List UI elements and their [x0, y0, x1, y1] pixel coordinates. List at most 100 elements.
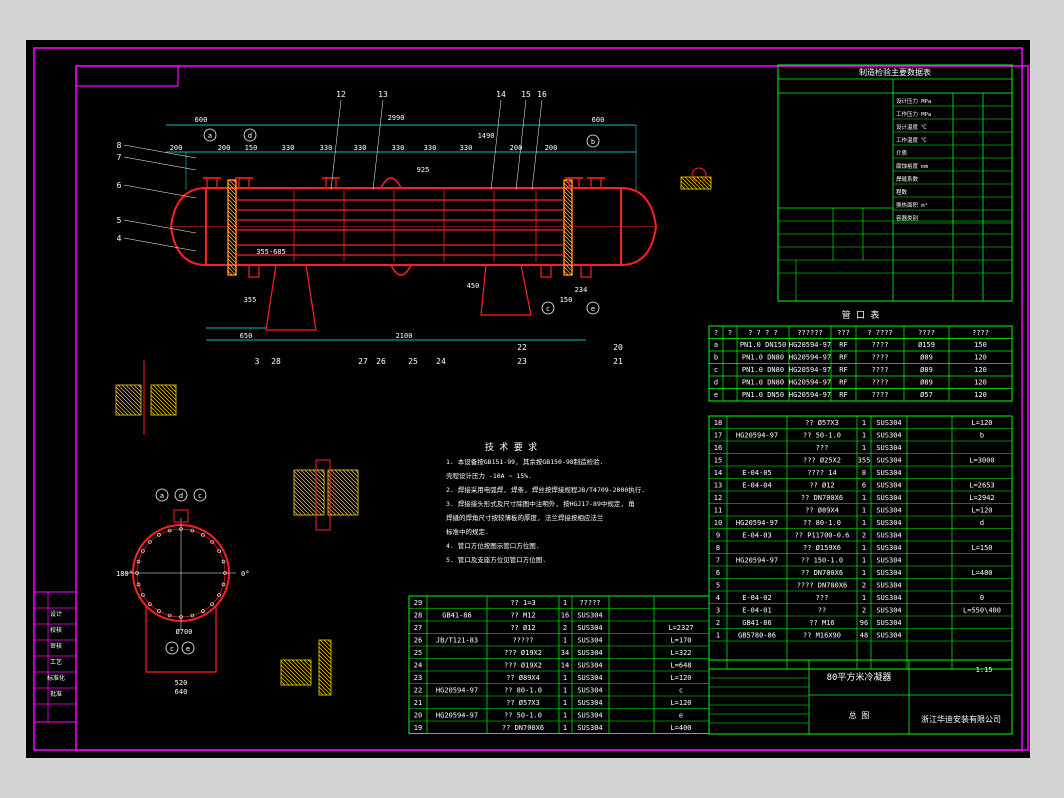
nozzle-table-cell: Ø89	[920, 366, 933, 374]
tech-req-item: 2. 焊接采用电弧焊, 焊条, 焊丝按焊接规程JB/T4709-2000执行.	[446, 485, 645, 494]
hatch-line	[227, 254, 237, 264]
hatch-line	[295, 659, 312, 676]
company-name: 浙江华迪安装有限公司	[921, 714, 1001, 724]
hatch-line	[227, 230, 237, 240]
balloon-top: 12	[336, 90, 346, 99]
parts-right-cell: 1	[862, 444, 866, 452]
hatch-line	[293, 482, 325, 514]
parts-left-cell: HG20594-97	[436, 687, 478, 695]
section-nozzle-mark: e	[186, 645, 190, 653]
hatch-line	[563, 190, 573, 200]
nozzle-table-title: 管 口 表	[842, 309, 880, 321]
parts-left-cell: 25	[414, 649, 422, 657]
hatch-line	[227, 238, 237, 248]
parts-right-cell: ?? Ø89X4	[805, 507, 839, 515]
parts-left-cell: L=400	[670, 724, 691, 732]
leader-top	[490, 99, 502, 191]
nozzle-bottom-0	[248, 264, 260, 278]
parts-left-cell: ?? 80-1.0	[504, 687, 542, 695]
hatch-line	[293, 510, 299, 516]
nozzle-table-cell: c	[714, 366, 718, 374]
balloon-bottom: 22	[517, 343, 527, 352]
nozzle-mark: e	[591, 305, 595, 313]
parts-right-cell: ?? 80-1.0	[803, 519, 841, 527]
nozzle-top-2	[325, 177, 337, 189]
dim-top-label: 200	[218, 144, 231, 152]
leader-left	[123, 237, 197, 252]
hatch-line	[121, 384, 142, 405]
leader-top	[372, 99, 384, 191]
parts-right-cell: SUS304	[876, 444, 901, 452]
parts-right-cell: 0	[980, 594, 984, 602]
parts-left-cell: 22	[414, 687, 422, 695]
nozzle-table-cell: ????	[872, 354, 889, 362]
parts-right-cell: SUS304	[876, 469, 901, 477]
parts-left-cell: SUS304	[577, 687, 602, 695]
design-table-row-label: 程数	[896, 188, 908, 196]
tech-req-item: 壳程设计压力 -10A ~ 15%.	[446, 471, 532, 480]
tech-req-item: 4. 管口方位按图示管口方位图.	[446, 541, 540, 550]
parts-left-cell: SUS304	[577, 637, 602, 645]
parts-right-cell: ?? M16X90	[803, 632, 841, 640]
parts-right-cell: SUS304	[876, 482, 901, 490]
parts-right-cell: SUS304	[876, 607, 901, 615]
parts-left-cell: ?? M12	[510, 612, 535, 620]
hatch-line	[227, 250, 237, 260]
parts-right-cell: L=150	[971, 544, 992, 552]
nozzle-table-cell: Ø89	[920, 354, 933, 362]
hatch-line	[563, 250, 573, 260]
nozzle-table-header: ????	[918, 329, 935, 337]
balloon-bottom: 21	[613, 357, 623, 366]
parts-left-cell: c	[679, 687, 683, 695]
leader-left	[123, 184, 197, 199]
nozzle-table-cell: e	[714, 391, 718, 399]
nozzle-table-header: ?	[728, 329, 732, 337]
section-nozzle-mark: c	[198, 492, 202, 500]
detail-b-hatch-1	[293, 469, 325, 516]
parts-left-cell: ??? Ø19X2	[504, 662, 542, 670]
parts-left-cell: SUS304	[577, 712, 602, 720]
parts-right-cell: E-04-02	[742, 594, 772, 602]
parts-right-cell: HG20594-97	[736, 519, 778, 527]
parts-right-cell: 18	[714, 419, 722, 427]
section-520: 520	[175, 679, 188, 687]
dim-top-label: 1490	[478, 132, 495, 140]
inner-border	[75, 65, 1029, 751]
dim-side-label: 355-685	[256, 248, 286, 256]
drawing-scale: 1:15	[976, 666, 993, 674]
parts-right-cell: 1	[862, 594, 866, 602]
parts-right-cell: 14	[714, 469, 722, 477]
parts-left-cell: 28	[414, 612, 422, 620]
parts-right-cell: ?? M16	[809, 619, 834, 627]
hatch-line	[320, 469, 325, 474]
balloon-left: 5	[117, 216, 122, 225]
detail-b-hatch-2	[327, 469, 359, 516]
hatch-line	[227, 222, 237, 232]
balloon-left: 8	[117, 141, 122, 150]
parts-right-cell: SUS304	[876, 544, 901, 552]
hatch-line	[150, 398, 168, 416]
parts-right-cell: SUS304	[876, 532, 901, 540]
parts-left-cell: ?? DN700X6	[502, 724, 544, 732]
section-nozzle-mark: d	[179, 492, 183, 500]
parts-right-cell: 1	[862, 432, 866, 440]
design-table-row-label: 设计温度 ℃	[896, 123, 927, 131]
balloon-top: 14	[496, 90, 506, 99]
tech-req-title: 技 术 要 求	[485, 441, 537, 453]
parts-right-cell: 1	[862, 557, 866, 565]
design-table-row-label: 工作温度 ℃	[896, 136, 927, 144]
parts-left-cell: 21	[414, 699, 422, 707]
tech-req-item: 标准中的规定.	[446, 527, 489, 536]
design-table-row-label: 容器类别	[896, 214, 918, 222]
hatch-line	[563, 218, 573, 228]
drawing-viewport: 设计 校核 审核 工艺 标准化 批准 600 2990 600 1490 200 200 150 330 3…	[0, 0, 1064, 798]
hatch-line	[318, 686, 328, 696]
balloon-bottom: 3	[255, 357, 260, 366]
hatch-line	[293, 478, 325, 510]
hatch-line	[350, 469, 359, 478]
drawing-type: 总 图	[849, 710, 870, 720]
parts-right-cell: 10	[714, 519, 722, 527]
left-strip-text: 批准	[50, 690, 62, 698]
nozzle-table-cell: HG20594-97	[789, 391, 831, 399]
parts-right-cell: 15	[714, 457, 722, 465]
